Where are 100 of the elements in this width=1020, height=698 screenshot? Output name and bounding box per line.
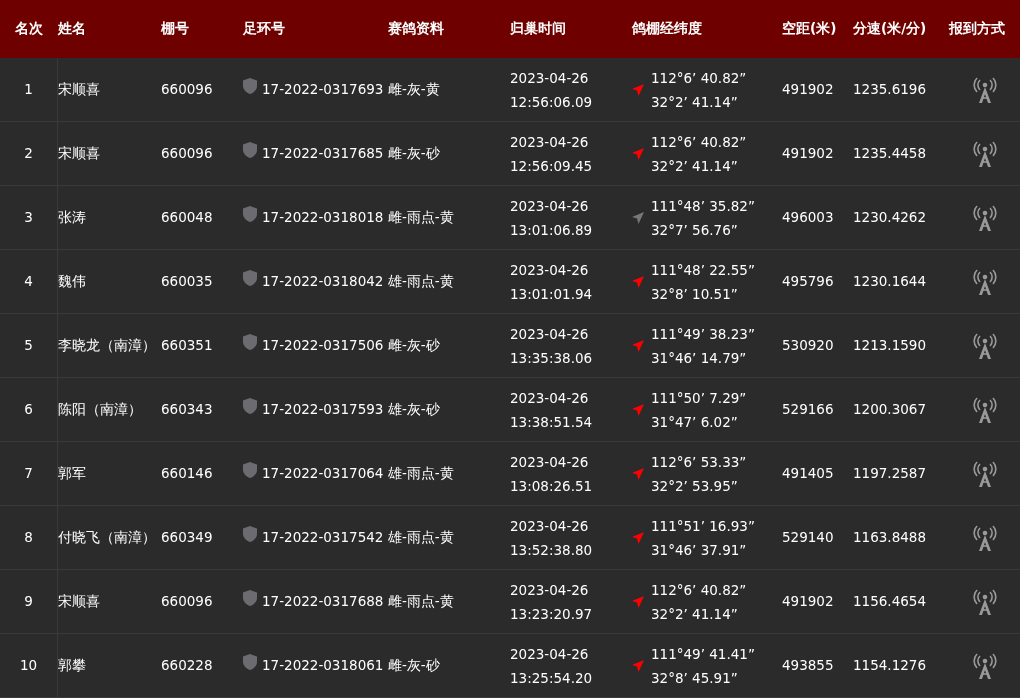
pigeon-owner-name: 魏伟 xyxy=(58,273,86,290)
speed-value: 1163.8488 xyxy=(853,529,926,546)
arrival-date: 2023-04-26 xyxy=(510,644,590,664)
antenna-tower-icon xyxy=(971,588,998,615)
antenna-tower-icon xyxy=(971,268,998,295)
pigeon-info: 雌-灰-砂 xyxy=(388,657,440,674)
column-header: 鸽棚经纬度 xyxy=(632,20,702,36)
latitude: 32°8’ 10.51” xyxy=(651,284,739,304)
column-header: 分速(米/分) xyxy=(853,20,927,36)
distance-value: 491902 xyxy=(782,81,834,98)
arrival-date: 2023-04-26 xyxy=(510,68,590,88)
pigeon-owner-name: 宋顺喜 xyxy=(58,593,100,610)
shield-icon xyxy=(243,461,257,478)
distance-value: 530920 xyxy=(782,337,834,354)
arrival-time: 12:56:09.45 xyxy=(510,156,594,176)
latitude: 31°46’ 14.79” xyxy=(651,348,748,368)
antenna-tower-icon xyxy=(971,652,998,679)
pigeon-owner-name: 陈阳（南漳） xyxy=(58,401,142,418)
speed-value: 1235.6196 xyxy=(853,81,926,98)
ring-number: 17-2022-0317693 xyxy=(262,80,384,100)
pigeon-info: 雌-雨点-黄 xyxy=(388,209,454,226)
arrival-date: 2023-04-26 xyxy=(510,260,590,280)
coop-number: 660351 xyxy=(161,337,213,354)
longitude: 111°48’ 35.82” xyxy=(651,196,755,216)
ring-number: 17-2022-0318042 xyxy=(262,272,384,292)
distance-value: 495796 xyxy=(782,273,834,290)
arrival-date: 2023-04-26 xyxy=(510,452,590,472)
ring-number: 17-2022-0318018 xyxy=(262,208,384,228)
pigeon-info: 雄-雨点-黄 xyxy=(388,529,454,546)
pigeon-owner-name: 宋顺喜 xyxy=(58,81,100,98)
arrival-date: 2023-04-26 xyxy=(510,516,590,536)
longitude: 111°49’ 38.23” xyxy=(651,324,755,344)
coop-number: 660048 xyxy=(161,209,213,226)
coop-number: 660146 xyxy=(161,465,213,482)
antenna-tower-icon xyxy=(971,140,998,167)
distance-value: 491902 xyxy=(782,145,834,162)
column-header: 足环号 xyxy=(243,20,285,36)
distance-value: 491405 xyxy=(782,465,834,482)
longitude: 112°6’ 40.82” xyxy=(651,68,747,88)
arrival-time: 12:56:06.09 xyxy=(510,92,594,112)
longitude: 112°6’ 40.82” xyxy=(651,580,747,600)
rank-number: 10 xyxy=(19,656,38,676)
rank-number: 3 xyxy=(24,208,33,228)
longitude: 111°49’ 41.41” xyxy=(651,644,755,664)
coop-number: 660096 xyxy=(161,145,213,162)
antenna-tower-icon xyxy=(971,396,998,423)
speed-value: 1200.3067 xyxy=(853,401,926,418)
rank-number: 1 xyxy=(24,80,33,100)
speed-value: 1197.2587 xyxy=(853,465,926,482)
column-header: 名次 xyxy=(15,20,43,36)
speed-value: 1213.1590 xyxy=(853,337,926,354)
rank-number: 7 xyxy=(24,464,33,484)
speed-value: 1235.4458 xyxy=(853,145,926,162)
pigeon-owner-name: 李晓龙（南漳） xyxy=(58,337,156,354)
arrival-time: 13:38:51.54 xyxy=(510,412,594,432)
pigeon-info: 雌-灰-砂 xyxy=(388,337,440,354)
coop-number: 660096 xyxy=(161,593,213,610)
pigeon-info: 雄-雨点-黄 xyxy=(388,465,454,482)
pigeon-info: 雌-灰-黄 xyxy=(388,81,440,98)
antenna-tower-icon xyxy=(971,76,998,103)
ring-number: 17-2022-0317688 xyxy=(262,592,384,612)
ring-number: 17-2022-0318061 xyxy=(262,656,384,676)
speed-value: 1230.1644 xyxy=(853,273,926,290)
column-header: 棚号 xyxy=(161,20,189,36)
coop-number: 660035 xyxy=(161,273,213,290)
shield-icon xyxy=(243,525,257,542)
shield-icon xyxy=(243,397,257,414)
shield-icon xyxy=(243,141,257,158)
pigeon-owner-name: 郭军 xyxy=(58,465,86,482)
distance-value: 496003 xyxy=(782,209,834,226)
latitude: 31°46’ 37.91” xyxy=(651,540,748,560)
longitude: 111°51’ 16.93” xyxy=(651,516,755,536)
longitude: 111°48’ 22.55” xyxy=(651,260,755,280)
rank-number: 5 xyxy=(24,336,33,356)
shield-icon xyxy=(243,333,257,350)
column-header: 空距(米) xyxy=(782,20,837,36)
pigeon-info: 雄-雨点-黄 xyxy=(388,273,454,290)
antenna-tower-icon xyxy=(971,524,998,551)
column-header: 归巢时间 xyxy=(510,20,566,36)
antenna-tower-icon xyxy=(971,332,998,359)
arrival-time: 13:08:26.51 xyxy=(510,476,594,496)
rank-number: 9 xyxy=(24,592,33,612)
rank-number: 2 xyxy=(24,144,33,164)
coop-number: 660228 xyxy=(161,657,213,674)
arrival-time: 13:35:38.06 xyxy=(510,348,594,368)
column-header: 报到方式 xyxy=(949,20,1005,36)
pigeon-info: 雄-灰-砂 xyxy=(388,401,440,418)
longitude: 111°50’ 7.29” xyxy=(651,388,747,408)
arrival-time: 13:23:20.97 xyxy=(510,604,594,624)
ring-number: 17-2022-0317593 xyxy=(262,400,384,420)
longitude: 112°6’ 53.33” xyxy=(651,452,747,472)
latitude: 32°2’ 53.95” xyxy=(651,476,739,496)
rank-number: 6 xyxy=(24,400,33,420)
rank-number: 4 xyxy=(24,272,33,292)
shield-icon xyxy=(243,77,257,94)
coop-number: 660343 xyxy=(161,401,213,418)
distance-value: 529166 xyxy=(782,401,834,418)
latitude: 31°47’ 6.02” xyxy=(651,412,739,432)
latitude: 32°2’ 41.14” xyxy=(651,604,739,624)
ring-number: 17-2022-0317542 xyxy=(262,528,384,548)
